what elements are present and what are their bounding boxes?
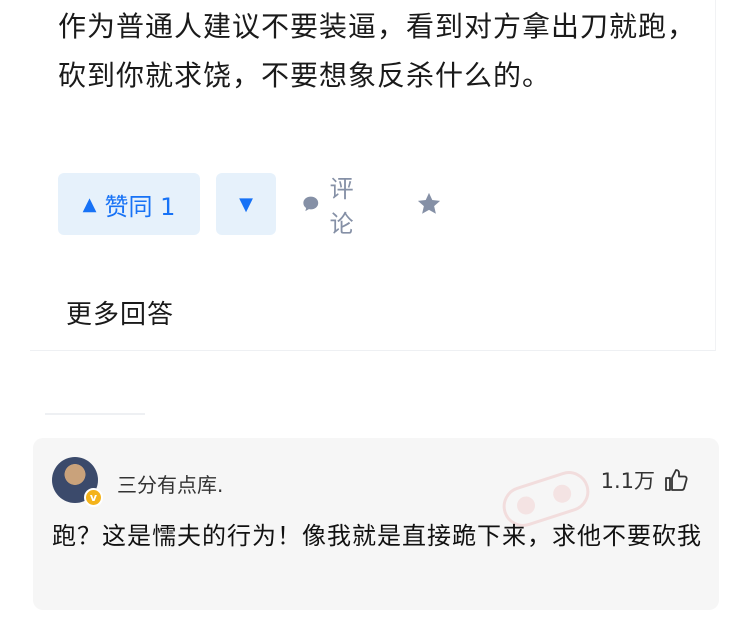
- top-comment-card: v 三分有点库. 1.1万 跑？这是懦夫的行为！像我就是直接跪下来，求他不要砍我: [33, 438, 719, 610]
- avatar[interactable]: v: [52, 457, 103, 507]
- comment-bubble-icon: [303, 196, 319, 212]
- upvote-icon: ▲: [82, 193, 97, 215]
- comment-like-count: 1.1万: [600, 469, 655, 493]
- divider: [45, 413, 145, 415]
- comment-button[interactable]: 评论: [302, 173, 362, 238]
- verified-badge-icon: v: [84, 488, 103, 507]
- answer-text: 作为普通人建议不要装逼，看到对方拿出刀就跑，砍到你就求饶，不要想象反杀什么的。: [58, 10, 697, 92]
- answer-card: 作为普通人建议不要装逼，看到对方拿出刀就跑，砍到你就求饶，不要想象反杀什么的。 …: [30, 0, 716, 351]
- upvote-button[interactable]: ▲ 赞同 1: [58, 173, 200, 235]
- thumbs-up-icon: [665, 469, 688, 491]
- downvote-button[interactable]: ▼: [216, 173, 276, 235]
- upvote-label: 赞同 1: [104, 192, 176, 221]
- downvote-icon: ▼: [239, 193, 253, 215]
- comment-like-button[interactable]: 1.1万: [601, 465, 689, 495]
- comment-label: 评论: [329, 175, 354, 238]
- comment-text: 跑？这是懦夫的行为！像我就是直接跪下来，求他不要砍我: [52, 522, 702, 550]
- more-answers-link[interactable]: 更多回答: [66, 294, 174, 331]
- comment-username[interactable]: 三分有点库.: [117, 469, 223, 498]
- star-icon: [417, 192, 441, 214]
- favorite-button[interactable]: [415, 173, 443, 235]
